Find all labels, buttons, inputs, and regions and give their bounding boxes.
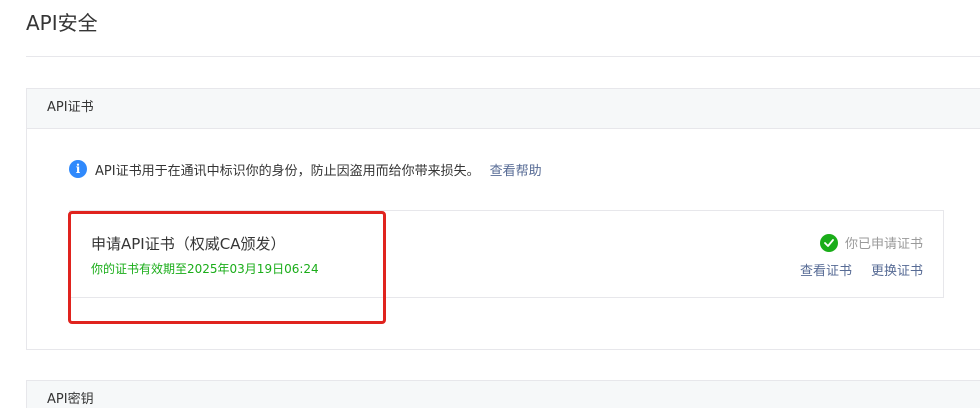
api-key-panel-header: API密钥 [27,381,980,408]
view-cert-link[interactable]: 查看证书 [800,260,852,279]
check-circle-icon [819,233,838,252]
cert-status-text: 你已申请证书 [844,237,923,252]
api-cert-panel-header: API证书 [27,89,980,129]
page-title: API安全 [26,11,98,35]
cert-tip: i API证书用于在通讯中标识你的身份，防止因盗用而给你带来损失。 查看帮助 [69,159,542,179]
cert-name: 申请API证书（权威CA颁发） [91,235,286,253]
replace-cert-link[interactable]: 更换证书 [871,260,923,279]
cert-status: 你已申请证书 [819,233,923,252]
cert-validity: 你的证书有效期至2025年03月19日06:24 [91,262,319,276]
info-icon: i [69,160,87,178]
api-security-page: API安全 API证书 i API证书用于在通讯中标识你的身份，防止因盗用而给你… [0,0,980,408]
title-divider [26,56,980,57]
cert-card: 申请API证书（权威CA颁发） 你的证书有效期至2025年03月19日06:24… [69,210,944,298]
api-key-panel: API密钥 [26,380,980,408]
api-cert-panel: API证书 i API证书用于在通讯中标识你的身份，防止因盗用而给你带来损失。 … [26,88,980,350]
help-link[interactable]: 查看帮助 [490,160,542,179]
cert-actions: 查看证书 更换证书 [800,260,923,279]
cert-tip-text: API证书用于在通讯中标识你的身份，防止因盗用而给你带来损失。 [95,163,480,179]
